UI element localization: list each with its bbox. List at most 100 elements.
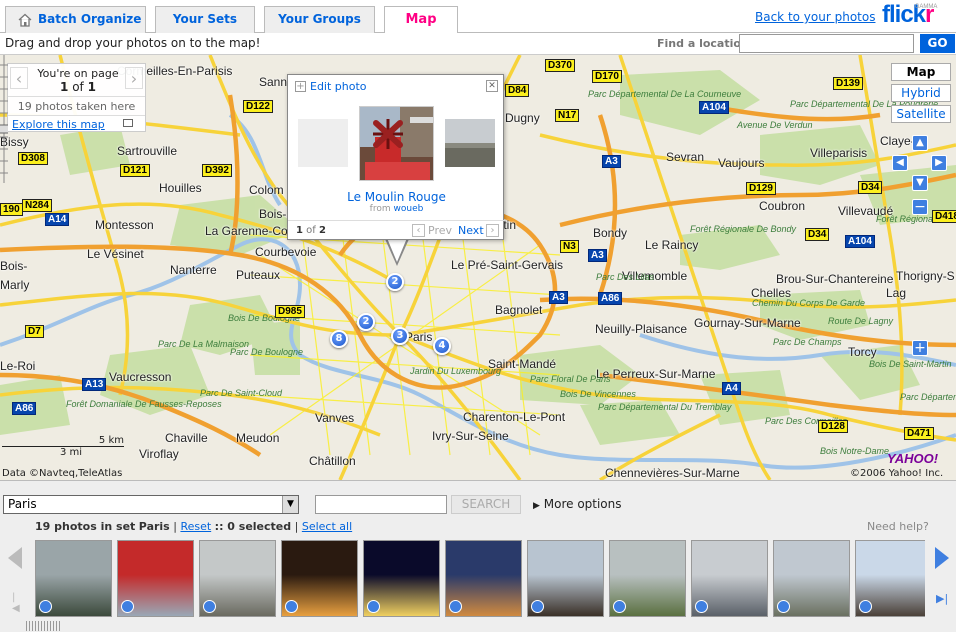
- thumbnail-eiffel-underside[interactable]: [527, 540, 604, 617]
- help-link[interactable]: Need help?: [867, 520, 929, 533]
- strip-prev-icon[interactable]: [8, 547, 22, 569]
- pan-right-icon[interactable]: ▶: [931, 155, 947, 171]
- more-options-toggle[interactable]: ▶ More options: [533, 497, 622, 511]
- geotag-dot-icon: [695, 600, 708, 613]
- road-shield: D471: [904, 427, 934, 440]
- thumbnail-eiffel-day[interactable]: [855, 540, 925, 617]
- thumbnail-eiffel-night-blue[interactable]: [363, 540, 440, 617]
- chevron-down-icon[interactable]: ▼: [282, 496, 298, 513]
- page-of: of: [72, 80, 84, 94]
- road-shield: D122: [243, 100, 273, 113]
- tab-your-groups[interactable]: Your Groups: [264, 6, 375, 33]
- road-shield: A104: [845, 235, 875, 248]
- pan-up-icon[interactable]: ▲: [912, 135, 928, 151]
- map-type-hybrid-button[interactable]: Hybrid: [891, 84, 951, 102]
- home-icon: [18, 13, 32, 27]
- popup-count: 1 of 2: [296, 225, 326, 236]
- photo-marker[interactable]: 2: [386, 273, 404, 291]
- pan-down-icon[interactable]: ▼: [912, 175, 928, 191]
- go-button[interactable]: GO: [920, 34, 955, 53]
- top-tab-bar: Batch Organize Your Sets Your Groups Map…: [0, 0, 956, 34]
- search-button[interactable]: SEARCH: [451, 495, 521, 514]
- popup-from: from woueb: [288, 204, 505, 214]
- road-shield: D418: [932, 210, 956, 223]
- tab-map[interactable]: Map: [384, 6, 458, 34]
- logo-badge: GAMMA: [914, 4, 938, 10]
- strip-next-icon[interactable]: [935, 547, 949, 569]
- road-shield: D985: [275, 305, 305, 318]
- thumbnail-greenhouse[interactable]: [35, 540, 112, 617]
- zoom-out-icon[interactable]: −: [912, 199, 928, 215]
- prev-arrow-icon[interactable]: ‹: [412, 224, 425, 237]
- page-prev-button[interactable]: ‹: [10, 67, 28, 89]
- road-shield: A3: [588, 249, 607, 262]
- explore-map-link[interactable]: Explore this map: [12, 118, 105, 131]
- photo-marker[interactable]: 2: [357, 313, 375, 331]
- popup-thumb-next[interactable]: [445, 119, 495, 167]
- geotag-dot-icon: [39, 600, 52, 613]
- select-all-link[interactable]: Select all: [302, 520, 352, 533]
- thumbnail-la-defense[interactable]: [691, 540, 768, 617]
- search-input[interactable]: [315, 495, 447, 514]
- photo-marker[interactable]: 8: [330, 330, 348, 348]
- map-toolbar: Drag and drop your photos on to the map!…: [0, 33, 956, 55]
- next-arrow-icon[interactable]: ›: [486, 224, 499, 237]
- instruction-text: Drag and drop your photos on to the map!: [5, 36, 261, 50]
- zoom-in-icon[interactable]: +: [912, 340, 928, 356]
- popup-next-link[interactable]: Next: [458, 224, 484, 237]
- tab-your-sets[interactable]: Your Sets: [155, 6, 255, 33]
- popup-thumb-placeholder: [298, 119, 348, 167]
- thumbnail-trocadero[interactable]: [773, 540, 850, 617]
- popup-photo-title[interactable]: Le Moulin Rouge: [288, 190, 505, 204]
- flickr-logo[interactable]: flickr GAMMA: [882, 1, 937, 29]
- popup-main-photo[interactable]: [359, 106, 434, 181]
- strip-first-icon[interactable]: |◀: [12, 592, 22, 614]
- map-canvas[interactable]: Cormeilles-En-Parisis Sann Dugny Bissy S…: [0, 55, 956, 480]
- thumbnail-skyline-haze[interactable]: [199, 540, 276, 617]
- road-shield: D84: [505, 84, 530, 97]
- road-shield: A104: [699, 101, 729, 114]
- map-scale: 5 km 3 mi: [2, 435, 124, 458]
- road-shield: D34: [858, 181, 883, 194]
- tab-batch-organize[interactable]: Batch Organize: [5, 6, 146, 33]
- road-shield: N17: [555, 109, 580, 122]
- strip-last-icon[interactable]: ▶|: [936, 592, 948, 605]
- geotag-dot-icon: [285, 600, 298, 613]
- map-type-satellite-button[interactable]: Satellite: [891, 105, 951, 123]
- map-type-map-button[interactable]: Map: [891, 63, 951, 81]
- photo-marker[interactable]: 3: [391, 327, 409, 345]
- resize-handle[interactable]: [26, 621, 62, 631]
- thumbnail-eiffel-night-gold[interactable]: [281, 540, 358, 617]
- find-location-input[interactable]: [739, 34, 914, 53]
- pan-left-icon[interactable]: ◀: [892, 155, 908, 171]
- popup-prev-link[interactable]: Prev: [428, 224, 452, 237]
- road-shield: D7: [25, 325, 44, 338]
- triangle-right-icon: ▶: [533, 501, 540, 511]
- plus-icon[interactable]: +: [295, 81, 306, 92]
- edit-photo-link[interactable]: Edit photo: [310, 80, 367, 93]
- photo-marker[interactable]: 4: [433, 337, 451, 355]
- close-icon[interactable]: ✕: [486, 80, 498, 92]
- tab-label: Batch Organize: [38, 12, 142, 26]
- thumbnail-eiffel-dusk[interactable]: [445, 540, 522, 617]
- thumbnail-moulin-rouge[interactable]: [117, 540, 194, 617]
- thumbnail-champ-de-mars[interactable]: [609, 540, 686, 617]
- map-copyright: ©2006 Yahoo! Inc.: [850, 468, 944, 479]
- reset-link[interactable]: Reset: [180, 520, 211, 533]
- road-shield: A14: [45, 213, 70, 226]
- back-to-photos-link[interactable]: Back to your photos: [755, 10, 875, 24]
- scale-mi: 3 mi: [59, 447, 82, 458]
- popup-from-user[interactable]: woueb: [394, 204, 424, 214]
- popup-from-prefix: from: [369, 204, 391, 214]
- road-shield: A86: [12, 402, 37, 415]
- road-shield: 190: [0, 203, 23, 216]
- road-shield: D34: [805, 228, 830, 241]
- expand-icon[interactable]: [123, 119, 133, 127]
- photo-popup: + Edit photo ✕ Le Moulin Rouge from woue…: [287, 74, 505, 240]
- road-shield: A4: [722, 382, 741, 395]
- road-shield: D139: [833, 77, 863, 90]
- zoom-slider[interactable]: [0, 55, 8, 183]
- page-total: 1: [87, 80, 96, 94]
- road-shield: A13: [82, 378, 107, 391]
- set-select[interactable]: Paris ▼: [3, 495, 299, 514]
